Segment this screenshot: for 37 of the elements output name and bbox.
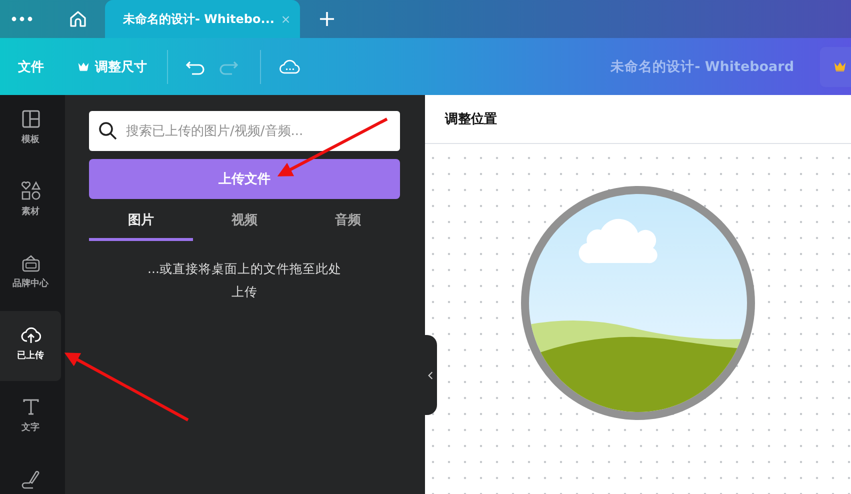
- shapes-icon: [20, 181, 40, 201]
- premium-button[interactable]: [820, 46, 851, 86]
- media-tab[interactable]: 图片: [89, 205, 193, 241]
- sidebar-label: 已上传: [17, 349, 44, 362]
- tab-title: 未命名的设计- Whitebo...: [123, 10, 274, 28]
- sidebar-label: 素材: [22, 205, 40, 218]
- collapse-handle[interactable]: [424, 335, 437, 415]
- crown-icon: [78, 62, 89, 72]
- document-title: 未命名的设计- Whiteboard: [610, 58, 794, 76]
- brand-kit-icon: [20, 253, 40, 273]
- chevron-left-icon: [428, 370, 433, 380]
- cloud-icon[interactable]: [279, 58, 301, 75]
- search-field[interactable]: 搜索已上传的图片/视频/音频...: [89, 111, 400, 151]
- undo-icon[interactable]: [186, 58, 206, 74]
- crown-icon: [834, 62, 846, 72]
- drop-hint-text: ...或直接将桌面上的文件拖至此处: [148, 261, 342, 278]
- sidebar-label: 文字: [22, 421, 40, 434]
- sidebar-label: 模板: [22, 134, 40, 146]
- sidebar-label: 品牌中心: [12, 277, 48, 290]
- pen-icon: [20, 469, 40, 489]
- more-icon[interactable]: [11, 16, 33, 22]
- add-tab-icon[interactable]: [320, 12, 334, 26]
- search-icon: [98, 121, 118, 141]
- sidebar-item[interactable]: 素材: [0, 167, 61, 237]
- position-label[interactable]: 调整位置: [445, 110, 497, 128]
- close-icon[interactable]: [282, 14, 290, 24]
- sidebar-item[interactable]: 文字: [0, 383, 61, 453]
- home-icon[interactable]: [68, 9, 88, 29]
- text-icon: [20, 397, 40, 417]
- sidebar-item[interactable]: 品牌中心: [0, 239, 61, 309]
- cloud-upload-icon: [20, 325, 40, 345]
- media-tab[interactable]: 音频: [296, 205, 400, 241]
- media-tab[interactable]: 视频: [192, 205, 296, 241]
- layout-icon: [20, 109, 40, 129]
- sidebar-item[interactable]: 已上传: [0, 311, 61, 381]
- sidebar-item[interactable]: 模板: [0, 95, 61, 165]
- drop-hint-text: 上传: [232, 284, 258, 301]
